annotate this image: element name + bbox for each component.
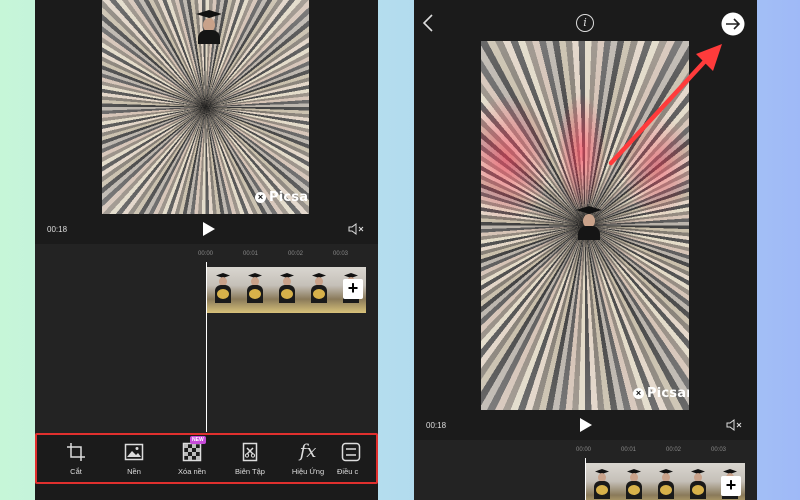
clip-thumbnail	[617, 463, 649, 500]
current-time: 00:18	[47, 225, 68, 234]
next-arrow-button[interactable]	[721, 12, 745, 36]
info-glyph: i	[583, 16, 587, 29]
clip-thumbnail	[649, 463, 681, 500]
graduate-figure	[196, 10, 222, 44]
mute-icon[interactable]	[347, 222, 367, 236]
clip-thumbnail	[238, 267, 270, 313]
tool-label: Hiệu Ứng	[291, 466, 325, 476]
watermark-text: Picsart	[647, 386, 689, 401]
adjust-icon	[341, 442, 361, 461]
crop-icon	[67, 442, 85, 461]
picsart-watermark[interactable]: × Picsart	[633, 386, 689, 401]
picsart-watermark[interactable]: × Picsart	[255, 190, 309, 205]
ruler-tick: 00:01	[621, 447, 637, 453]
video-preview: × Picsart	[102, 0, 309, 214]
back-icon[interactable]	[422, 13, 434, 33]
new-badge: NEW	[190, 435, 206, 444]
watermark-text: Picsart	[269, 190, 309, 205]
clip-thumbnail	[270, 267, 302, 313]
ruler-tick: 00:03	[711, 447, 727, 453]
ruler-tick: 00:00	[576, 447, 592, 453]
play-icon[interactable]	[203, 222, 215, 236]
clip-thumbnail	[206, 267, 238, 313]
info-icon[interactable]: i	[576, 14, 594, 32]
tool-label: Nền	[127, 466, 141, 476]
playhead[interactable]	[206, 262, 207, 432]
ruler-tick: 00:00	[198, 251, 214, 257]
playhead[interactable]	[585, 458, 586, 500]
video-clip-track[interactable]	[206, 267, 366, 313]
time-ruler: 00:00 00:01 00:02 00:03	[576, 447, 756, 453]
watermark-close-icon[interactable]: ×	[633, 388, 644, 399]
fx-icon: fx	[298, 440, 318, 462]
clip-thumbnail	[681, 463, 713, 500]
clip-thumbnail	[302, 267, 334, 313]
video-preview: × Picsart	[481, 41, 689, 410]
tool-background[interactable]: Nền	[105, 442, 163, 476]
right-phone-screen: i × Picsart 00:18 00:00 00:01 00:02 00:0…	[414, 0, 757, 500]
watermark-close-icon[interactable]: ×	[255, 192, 266, 203]
add-clip-button[interactable]: +	[343, 279, 363, 299]
background-icon	[124, 443, 144, 460]
tool-label: Điều c	[337, 466, 359, 476]
current-time: 00:18	[426, 421, 447, 430]
tool-remove-bg[interactable]: NEW Xóa nền	[163, 435, 221, 476]
play-icon[interactable]	[580, 418, 592, 432]
edit-icon	[242, 442, 258, 461]
time-ruler: 00:00 00:01 00:02 00:03	[198, 251, 378, 257]
tool-adjust[interactable]: Điều c	[337, 442, 367, 476]
fx-glyph: fx	[299, 440, 317, 462]
ruler-tick: 00:03	[333, 251, 349, 257]
editor-toolbar: Cắt Nền NEW Xóa nền Biên Tập fx Hiệu Ứng…	[35, 433, 378, 484]
tool-crop[interactable]: Cắt	[47, 442, 105, 476]
add-clip-button[interactable]: +	[721, 476, 741, 496]
tool-label: Biên Tập	[235, 466, 265, 476]
ruler-tick: 00:01	[243, 251, 259, 257]
clip-thumbnail	[585, 463, 617, 500]
remove-bg-icon: NEW	[182, 435, 206, 462]
left-phone-screen: × Picsart 00:18 00:00 00:01 00:02 00:03 …	[35, 0, 378, 500]
tool-label: Xóa nền	[178, 466, 206, 476]
ruler-tick: 00:02	[666, 447, 682, 453]
tool-edit[interactable]: Biên Tập	[221, 442, 279, 476]
graduate-figure	[576, 206, 602, 240]
mute-icon[interactable]	[725, 418, 745, 432]
tool-effects[interactable]: fx Hiệu Ứng	[279, 440, 337, 476]
tool-label: Cắt	[70, 466, 82, 476]
ruler-tick: 00:02	[288, 251, 304, 257]
